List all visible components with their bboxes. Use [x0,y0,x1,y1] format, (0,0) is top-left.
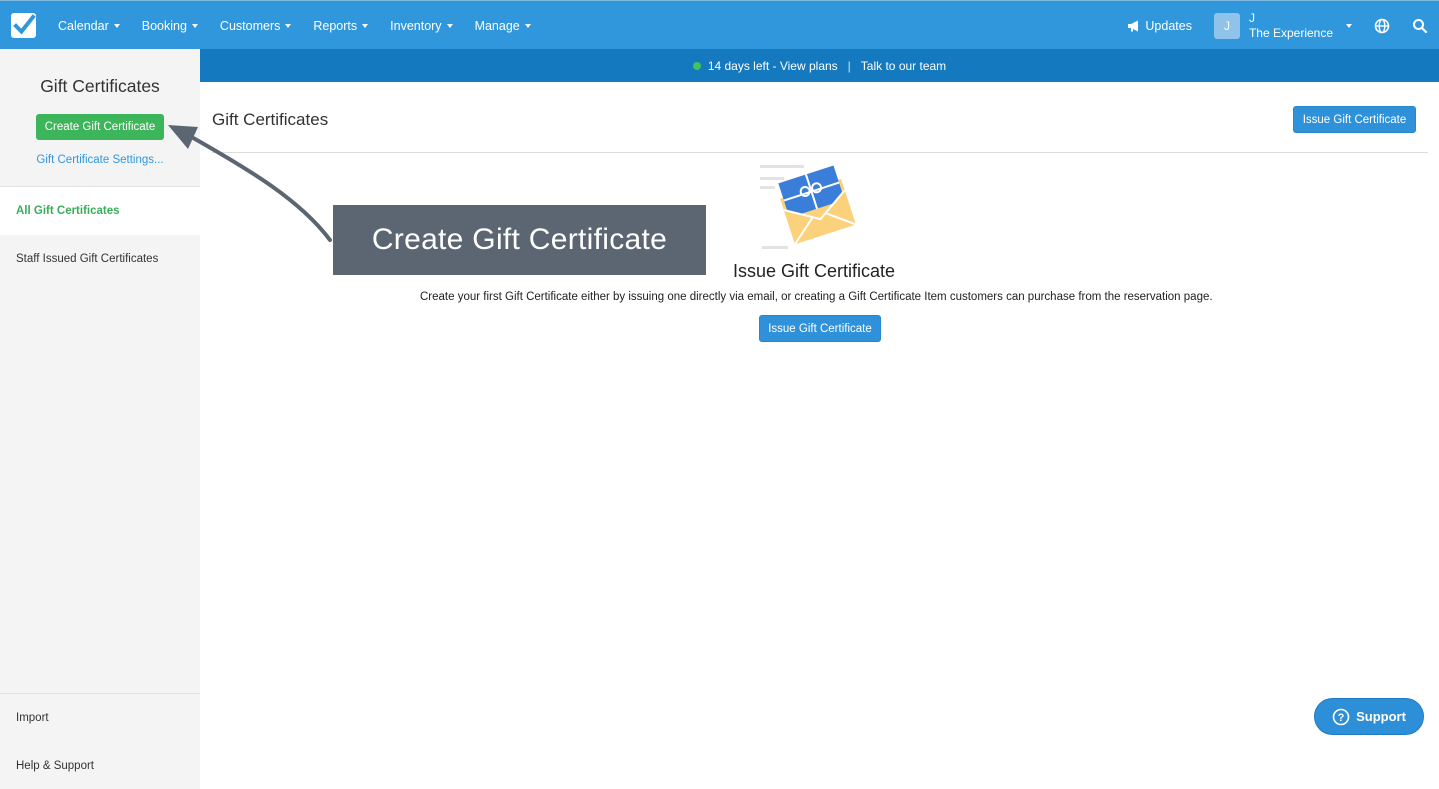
banner-separator: | [847,58,851,73]
talk-to-team-link[interactable]: Talk to our team [861,59,946,73]
account-name: J [1248,10,1255,25]
nav-item-manage[interactable]: Manage [464,19,542,33]
megaphone-icon [1128,20,1139,31]
nav-right: Updates J J The Experience [1127,1,1439,50]
status-dot-icon [692,61,701,70]
account-menu[interactable]: J J The Experience [1213,11,1352,41]
support-button[interactable]: ? Support [1314,698,1424,735]
nav-item-reports[interactable]: Reports [302,19,379,33]
chevron-down-icon [524,23,531,28]
globe-icon[interactable] [1374,18,1390,34]
nav-item-label: Customers [219,18,281,33]
gift-envelope-icon [760,165,857,249]
chevron-down-icon [113,23,120,28]
nav-item-label: Calendar [58,18,109,33]
nav-item-calendar[interactable]: Calendar [47,19,131,33]
chevron-down-icon [191,23,198,28]
create-gift-certificate-button[interactable]: Create Gift Certificate [36,114,164,140]
empty-state-title: Issue Gift Certificate [733,261,896,281]
nav-item-booking[interactable]: Booking [131,19,209,33]
nav-menu: Calendar Booking Customers Reports Inven… [47,1,542,50]
sidebar-item-import[interactable]: Import [0,694,200,742]
search-icon[interactable] [1412,18,1428,34]
svg-text:?: ? [1338,712,1345,724]
support-label: Support [1356,709,1406,724]
nav-item-label: Booking [141,18,187,33]
empty-state-issue-button[interactable]: Issue Gift Certificate [759,315,881,342]
nav-item-customers[interactable]: Customers [209,19,302,33]
annotation-callout: Create Gift Certificate [333,205,706,275]
empty-state-description: Create your first Gift Certificate eithe… [420,291,1213,303]
nav-item-label: Reports [313,18,358,33]
chevron-down-icon [446,23,453,28]
view-plans-link[interactable]: 14 days left - View plans [708,59,838,73]
issue-gift-certificate-button[interactable]: Issue Gift Certificate [1293,106,1416,133]
nav-item-label: Inventory [390,18,442,33]
sidebar-item-help-support[interactable]: Help & Support [0,742,200,789]
account-company: The Experience [1248,25,1333,40]
annotation-arrow-icon [168,125,332,242]
help-icon: ? [1332,708,1350,725]
nav-item-inventory[interactable]: Inventory [379,19,463,33]
app-logo-icon[interactable] [11,13,36,38]
updates-button[interactable]: Updates [1127,19,1192,33]
chevron-down-icon [285,23,292,28]
chevron-down-icon [1346,23,1352,28]
trial-banner: 14 days left - View plans | Talk to our … [200,49,1439,82]
updates-label: Updates [1145,18,1192,33]
header-divider [212,152,1428,153]
chevron-down-icon [362,23,369,28]
top-nav: Calendar Booking Customers Reports Inven… [0,0,1439,49]
sidebar-title: Gift Certificates [40,76,160,96]
avatar: J [1213,12,1240,39]
account-info: J The Experience [1249,11,1333,41]
nav-item-label: Manage [474,18,520,33]
